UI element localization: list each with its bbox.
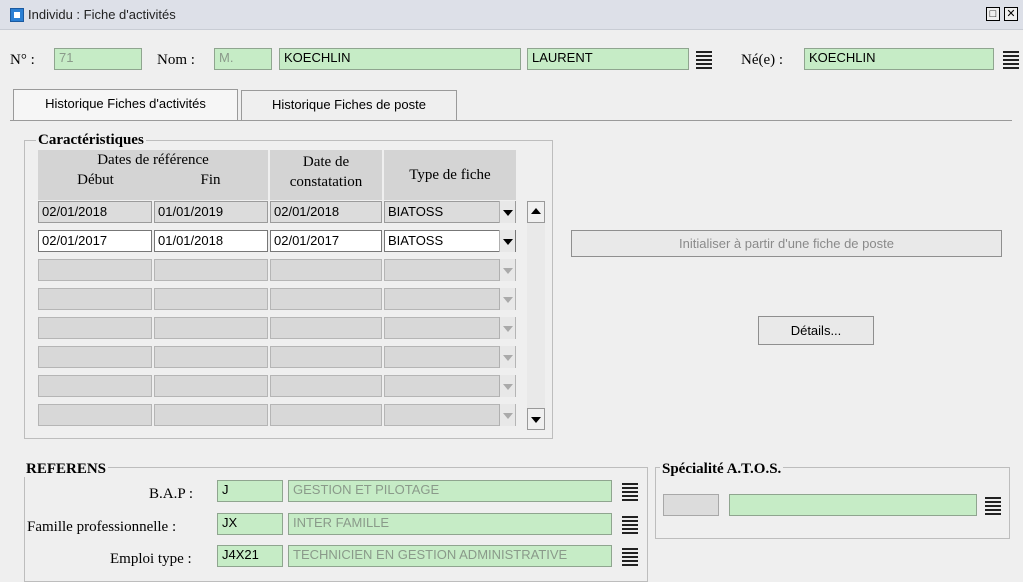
type-dropdown-arrow-icon[interactable] <box>499 230 515 252</box>
header-constatation: constatation <box>289 174 363 190</box>
header-date-de: Date de <box>302 154 350 170</box>
window-title-bar: Individu : Fiche d'activités □ ✕ <box>0 0 1023 30</box>
debut-cell[interactable] <box>38 375 152 397</box>
prenom-field[interactable]: LAURENT <box>527 48 689 70</box>
emploi-code-field[interactable]: J4X21 <box>217 545 283 567</box>
famille-list-icon[interactable] <box>620 513 640 535</box>
bap-label: B.A.P : <box>149 486 194 502</box>
civilite-field[interactable]: M. <box>214 48 272 70</box>
caracteristiques-title: Caractéristiques <box>36 132 146 148</box>
table-row[interactable] <box>38 288 518 310</box>
caracteristiques-table: 02/01/2018 01/01/2019 02/01/2018 BIATOSS 02/… <box>38 201 518 431</box>
debut-cell[interactable]: 02/01/2017 <box>38 230 152 252</box>
constatation-cell[interactable]: 02/01/2017 <box>270 230 382 252</box>
debut-cell[interactable] <box>38 288 152 310</box>
window-title: Individu : Fiche d'activités <box>28 7 176 22</box>
type-cell[interactable] <box>384 375 516 397</box>
header-fin: Fin <box>200 172 221 188</box>
app-icon <box>10 8 24 22</box>
type-dropdown-arrow-icon[interactable] <box>499 317 515 339</box>
table-scrollbar[interactable] <box>527 201 545 430</box>
num-field[interactable]: 71 <box>54 48 142 70</box>
fin-cell[interactable] <box>154 375 268 397</box>
header-type-fiche: Type de fiche <box>384 150 516 200</box>
emploi-value-field[interactable]: TECHNICIEN EN GESTION ADMINISTRATIVE <box>288 545 612 567</box>
famille-value-field[interactable]: INTER FAMILLE <box>288 513 612 535</box>
specialite-code-field[interactable] <box>663 494 719 516</box>
fin-cell[interactable]: 01/01/2018 <box>154 230 268 252</box>
type-dropdown-arrow-icon[interactable] <box>499 201 515 223</box>
debut-cell[interactable] <box>38 259 152 281</box>
constatation-cell[interactable] <box>270 317 382 339</box>
header-dates-ref-label: Dates de référence <box>97 152 209 168</box>
table-row[interactable]: 02/01/2017 01/01/2018 02/01/2017 BIATOSS <box>38 230 518 252</box>
famille-label: Famille professionnelle : <box>27 519 177 535</box>
type-cell[interactable]: BIATOSS <box>384 230 516 252</box>
details-button[interactable]: Détails... <box>758 316 874 345</box>
type-cell[interactable] <box>384 317 516 339</box>
debut-cell[interactable]: 02/01/2018 <box>38 201 152 223</box>
constatation-cell[interactable]: 02/01/2018 <box>270 201 382 223</box>
type-cell[interactable] <box>384 346 516 368</box>
scroll-down-icon[interactable] <box>527 408 545 430</box>
bap-value-field[interactable]: GESTION ET PILOTAGE <box>288 480 612 502</box>
type-dropdown-arrow-icon[interactable] <box>499 375 515 397</box>
initialiser-button[interactable]: Initialiser à partir d'une fiche de post… <box>571 230 1002 257</box>
specialite-title: Spécialité A.T.O.S. <box>660 461 784 477</box>
nom-naissance-field[interactable]: KOECHLIN <box>804 48 994 70</box>
scroll-up-icon[interactable] <box>527 201 545 223</box>
constatation-cell[interactable] <box>270 288 382 310</box>
table-row[interactable] <box>38 317 518 339</box>
type-dropdown-arrow-icon[interactable] <box>499 404 515 426</box>
table-row[interactable] <box>38 346 518 368</box>
type-cell[interactable] <box>384 259 516 281</box>
naissance-list-icon[interactable] <box>1001 48 1021 70</box>
close-window-icon[interactable]: ✕ <box>1004 7 1018 21</box>
table-row[interactable] <box>38 259 518 281</box>
tab-historique-fiches-activites[interactable]: Historique Fiches d'activités <box>13 89 238 120</box>
table-row[interactable]: 02/01/2018 01/01/2019 02/01/2018 BIATOSS <box>38 201 518 223</box>
nom-label: Nom : <box>157 52 195 68</box>
header-dates-reference: Dates de référence Début Fin <box>38 150 268 200</box>
fin-cell[interactable] <box>154 404 268 426</box>
type-dropdown-arrow-icon[interactable] <box>499 259 515 281</box>
fin-cell[interactable]: 01/01/2019 <box>154 201 268 223</box>
specialite-value-field[interactable] <box>729 494 977 516</box>
type-cell[interactable] <box>384 404 516 426</box>
table-row[interactable] <box>38 375 518 397</box>
nee-label: Né(e) : <box>741 52 784 68</box>
debut-cell[interactable] <box>38 317 152 339</box>
restore-window-icon[interactable]: □ <box>986 7 1000 21</box>
constatation-cell[interactable] <box>270 404 382 426</box>
debut-cell[interactable] <box>38 346 152 368</box>
famille-code-field[interactable]: JX <box>217 513 283 535</box>
type-cell[interactable] <box>384 288 516 310</box>
header-debut: Début <box>77 172 114 188</box>
fin-cell[interactable] <box>154 317 268 339</box>
table-row[interactable] <box>38 404 518 426</box>
specialite-list-icon[interactable] <box>983 494 1003 516</box>
type-cell[interactable]: BIATOSS <box>384 201 516 223</box>
emploi-list-icon[interactable] <box>620 545 640 567</box>
constatation-cell[interactable] <box>270 375 382 397</box>
constatation-cell[interactable] <box>270 259 382 281</box>
header-date-constatation: Date de constatation <box>270 150 382 200</box>
tab-historique-fiches-poste[interactable]: Historique Fiches de poste <box>241 90 457 120</box>
individu-list-icon[interactable] <box>694 48 714 70</box>
type-dropdown-arrow-icon[interactable] <box>499 288 515 310</box>
bap-list-icon[interactable] <box>620 480 640 502</box>
fin-cell[interactable] <box>154 346 268 368</box>
nom-field[interactable]: KOECHLIN <box>279 48 521 70</box>
referens-title: REFERENS <box>24 461 109 477</box>
emploi-label: Emploi type : <box>110 551 192 567</box>
type-dropdown-arrow-icon[interactable] <box>499 346 515 368</box>
constatation-cell[interactable] <box>270 346 382 368</box>
debut-cell[interactable] <box>38 404 152 426</box>
num-label: N° : <box>10 52 35 68</box>
fin-cell[interactable] <box>154 259 268 281</box>
bap-code-field[interactable]: J <box>217 480 283 502</box>
fin-cell[interactable] <box>154 288 268 310</box>
